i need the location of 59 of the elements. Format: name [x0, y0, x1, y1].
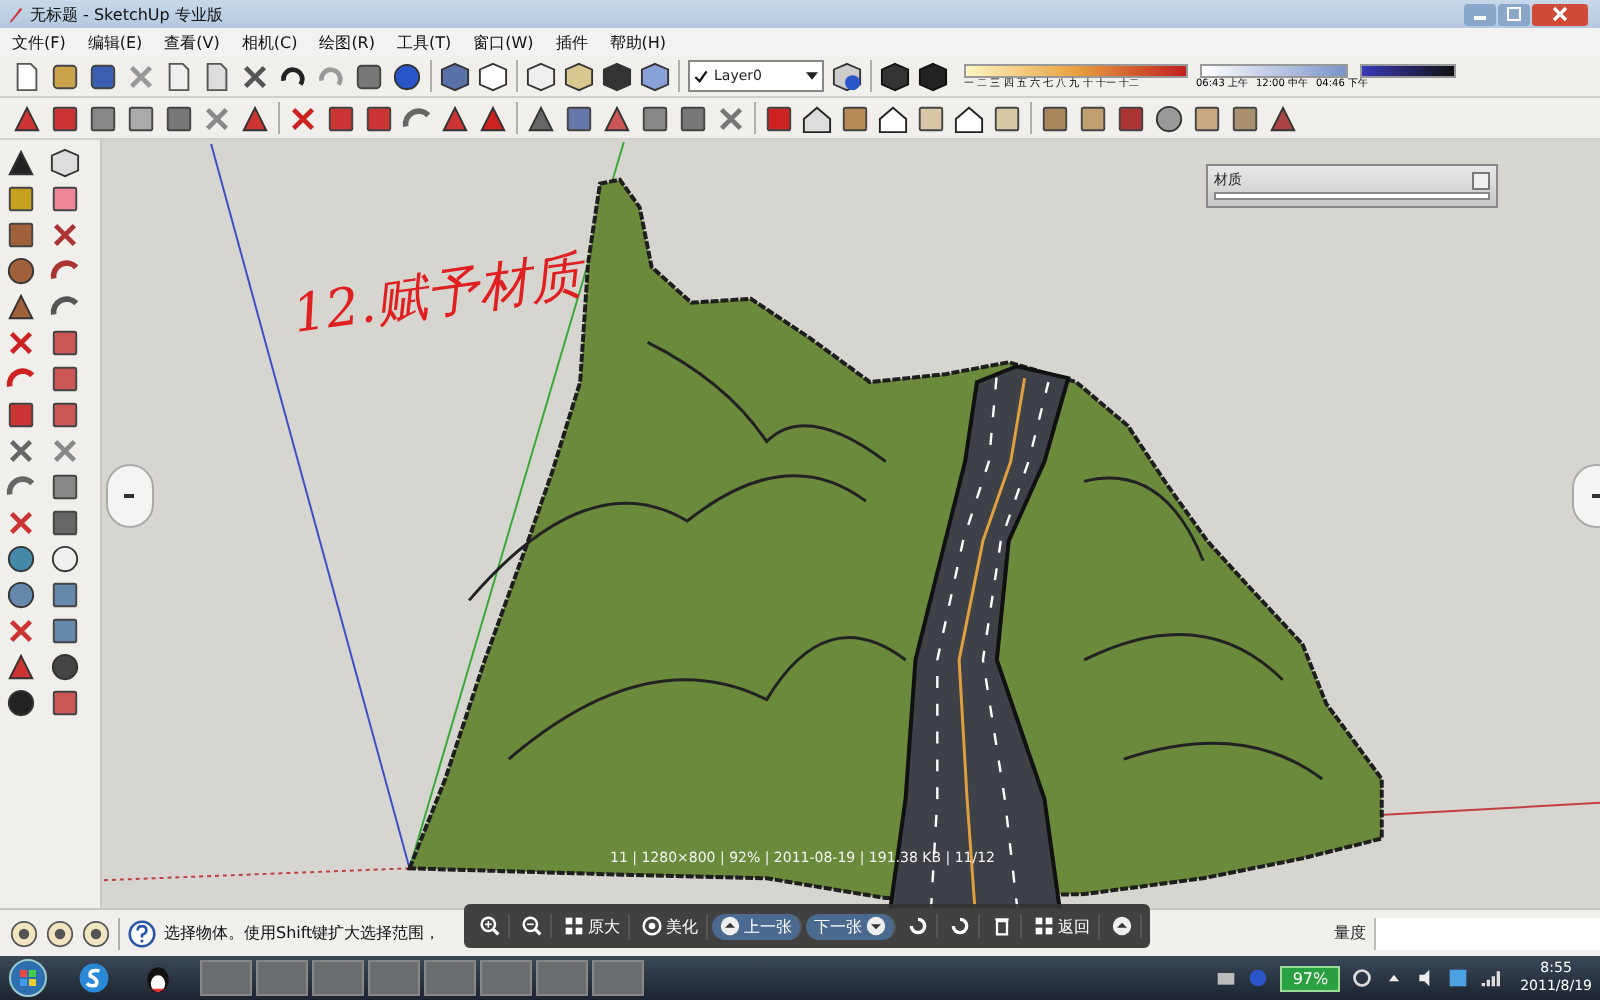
measurement-label: 量度	[1334, 922, 1366, 944]
gradient-strip	[1360, 63, 1456, 77]
rotate-left-icon	[908, 916, 928, 936]
status-hint: 选择物体。使用Shift键扩大选择范围，	[164, 922, 441, 944]
menu-item[interactable]: 插件	[555, 31, 588, 53]
thumbnail-placeholder[interactable]	[200, 960, 252, 996]
circle-icon[interactable]	[6, 256, 36, 286]
erase-icon[interactable]	[240, 61, 270, 91]
handwritten-annotation: 12.赋予材质	[288, 244, 587, 350]
maximize-icon	[1504, 6, 1524, 22]
menu-item[interactable]: 编辑(E)	[87, 31, 143, 53]
measurement-field[interactable]	[1374, 917, 1600, 949]
viewer-button[interactable]: 下一张	[806, 913, 896, 939]
checkmark-icon[interactable]	[288, 103, 318, 133]
rotate-right-icon	[950, 916, 970, 936]
viewer-button[interactable]: 上一张	[712, 913, 802, 939]
caret-icon	[806, 72, 818, 80]
menu-item[interactable]: 相机(C)	[241, 31, 298, 53]
copy-icon[interactable]	[164, 61, 194, 91]
thumbnail-placeholder[interactable]	[536, 960, 588, 996]
menu-item[interactable]: 窗口(W)	[473, 31, 534, 53]
thumbnail-placeholder[interactable]	[256, 960, 308, 996]
thumbnail-placeholder[interactable]	[424, 960, 476, 996]
window-title: 无标题 - SketchUp 专业版	[30, 3, 223, 25]
close-button[interactable]	[1532, 3, 1588, 25]
select-arrow-icon[interactable]	[6, 148, 36, 178]
status-circle-icon[interactable]	[10, 919, 38, 947]
new-file-icon[interactable]	[12, 61, 42, 91]
signal-icon[interactable]	[1480, 968, 1501, 988]
s-logo-icon[interactable]	[76, 960, 112, 996]
gable-icon[interactable]	[954, 103, 984, 133]
trash-icon	[992, 916, 1012, 936]
menu-item[interactable]: 文件(F)	[12, 31, 66, 53]
house-icon[interactable]	[802, 103, 832, 133]
thumbnail-placeholder[interactable]	[592, 960, 644, 996]
rectangle-icon[interactable]	[6, 220, 36, 250]
app-logo-icon	[6, 5, 24, 23]
viewer-button[interactable]: 原大	[556, 913, 630, 939]
start-button[interactable]	[8, 958, 48, 998]
close-icon	[1550, 6, 1570, 22]
thumbnail-placeholder[interactable]	[312, 960, 364, 996]
menu-item[interactable]: 帮助(H)	[609, 31, 667, 53]
panel-toggle-button[interactable]	[1472, 171, 1490, 189]
zoom-in-icon	[480, 916, 500, 936]
menu-item[interactable]: 绘图(R)	[319, 31, 375, 53]
ring-icon	[642, 916, 662, 936]
status-circle-icon[interactable]	[46, 919, 74, 947]
thumbnail-placeholder[interactable]	[480, 960, 532, 996]
status-circle-icon[interactable]	[82, 919, 110, 947]
help-icon[interactable]	[128, 919, 156, 947]
zoom-out-icon	[522, 916, 542, 936]
viewer-button[interactable]: 美化	[634, 913, 708, 939]
menu-item[interactable]: 工具(T)	[397, 31, 452, 53]
curve-icon[interactable]	[402, 103, 432, 133]
thumbnail-placeholder[interactable]	[368, 960, 420, 996]
viewer-button[interactable]: 返回	[1026, 913, 1100, 939]
house-outline-icon[interactable]	[878, 103, 908, 133]
menu-item[interactable]: 查看(V)	[164, 31, 220, 53]
undo-icon[interactable]	[278, 61, 308, 91]
